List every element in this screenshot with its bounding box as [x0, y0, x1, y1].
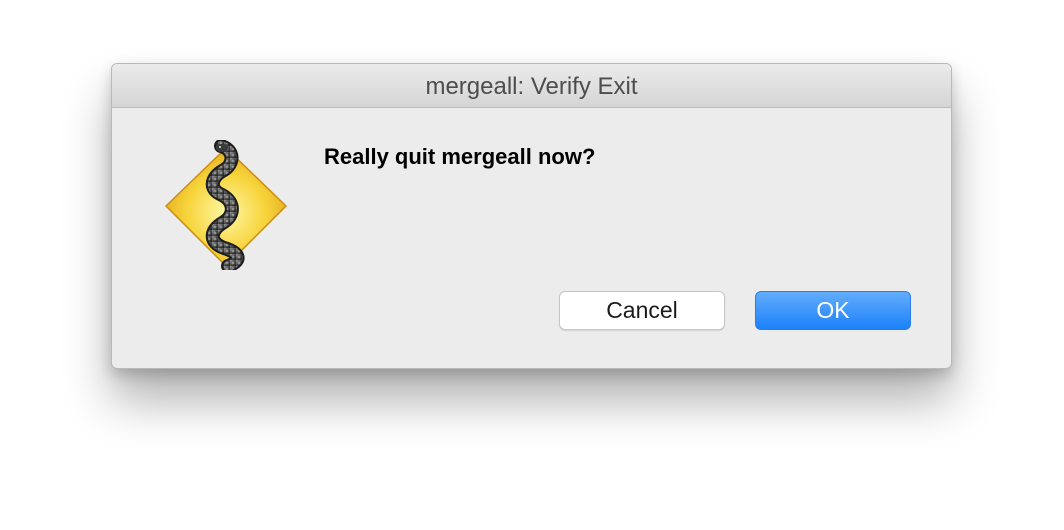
alert-dialog: mergeall: Verify Exit Really quit mergea… [111, 63, 952, 369]
screen-background: mergeall: Verify Exit Really quit mergea… [0, 0, 1064, 530]
window-title: mergeall: Verify Exit [425, 73, 638, 100]
python-snake-icon [164, 140, 288, 270]
ok-button[interactable]: OK [755, 291, 911, 330]
title-bar[interactable]: mergeall: Verify Exit [112, 64, 951, 108]
cancel-button[interactable]: Cancel [559, 291, 725, 330]
dialog-message: Really quit mergeall now? [324, 144, 596, 169]
